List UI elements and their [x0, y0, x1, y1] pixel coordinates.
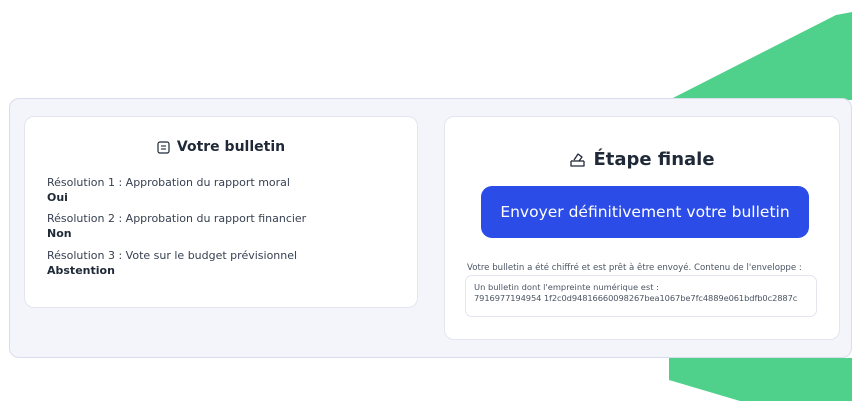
envelope-content-box: Un bulletin dont l'empreinte numérique e… — [465, 275, 817, 317]
resolution-item: Résolution 2 : Approbation du rapport fi… — [47, 211, 306, 241]
ballot-box-icon — [569, 151, 586, 168]
final-step-title-text: Étape finale — [593, 149, 715, 170]
ballot-summary-card: Votre bulletin Résolution 1 : Approbatio… — [24, 116, 418, 308]
resolution-question: Résolution 1 : Approbation du rapport mo… — [47, 176, 290, 189]
final-step-card: Étape finale Envoyer définitivement votr… — [444, 116, 840, 340]
decorative-shape-top — [669, 12, 852, 100]
ballot-list-icon — [157, 140, 170, 154]
resolution-item: Résolution 3 : Vote sur le budget prévis… — [47, 248, 297, 278]
fingerprint-value: 7916977194954 1f2c0d94816660098267bea106… — [474, 293, 798, 303]
resolution-answer: Non — [47, 227, 72, 240]
decorative-shape-bottom — [669, 358, 852, 401]
resolution-question: Résolution 2 : Approbation du rapport fi… — [47, 212, 307, 225]
send-ballot-button[interactable]: Envoyer définitivement votre bulletin — [481, 186, 809, 238]
final-step-title: Étape finale — [445, 149, 839, 170]
encryption-status-text: Votre bulletin a été chiffré et est prêt… — [467, 263, 802, 273]
resolution-answer: Abstention — [47, 264, 115, 277]
ballot-card-title: Votre bulletin — [25, 139, 417, 155]
resolution-answer: Oui — [47, 191, 68, 204]
ballot-card-title-text: Votre bulletin — [176, 139, 286, 155]
envelope-label: Un bulletin dont l'empreinte numérique e… — [474, 282, 659, 292]
resolution-item: Résolution 1 : Approbation du rapport mo… — [47, 175, 290, 205]
resolution-question: Résolution 3 : Vote sur le budget prévis… — [47, 249, 298, 262]
